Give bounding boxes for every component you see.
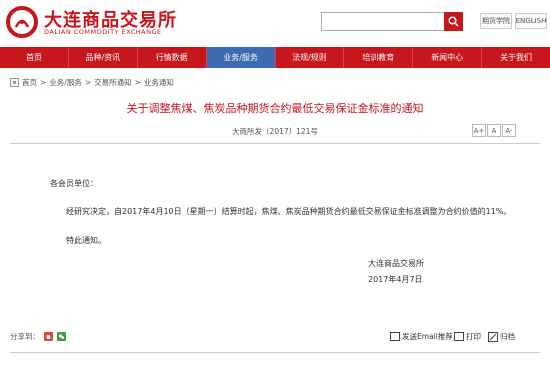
nav-training[interactable]: 培训教育 [344,47,414,68]
nav-services[interactable]: 业务/服务 [206,47,276,68]
header: 大连商品交易所 DALIAN COMMODITY EXCHANGE 期货学院 E… [0,0,550,45]
signature: 大连商品交易所 [368,259,424,268]
logo-icon [14,19,30,28]
email-label: 发送Email推荐 [402,332,453,341]
font-increase-button[interactable]: A+ [472,124,486,137]
breadcrumb-exchange-notices[interactable]: 交易所通知 [94,77,132,88]
breadcrumb-business-notices[interactable]: 业务通知 [144,77,174,88]
archive-icon [488,331,498,342]
nav-about[interactable]: 关于我们 [482,47,550,68]
nav-regulations[interactable]: 法规/规则 [276,47,345,68]
nav-products[interactable]: 品种/资讯 [69,47,138,68]
font-decrease-button[interactable]: A- [502,124,516,137]
futures-academy-link[interactable]: 期货学院 [480,13,512,29]
search-button[interactable] [444,12,463,31]
print-label: 打印 [466,332,481,341]
breadcrumb-services[interactable]: 业务/服务 [49,77,82,88]
archive-label: 归档 [500,332,515,341]
logo[interactable] [6,6,38,38]
footer-divider [10,352,540,353]
print-button[interactable]: 打印 [454,331,481,342]
breadcrumb: 首页 > 业务/服务 > 交易所通知 > 业务通知 [10,77,174,88]
breadcrumb-separator: > [134,78,141,87]
breadcrumb-separator: > [84,78,92,87]
nav-market-data[interactable]: 行情数据 [138,47,207,68]
publish-date: 2017年4月7日 [368,275,423,284]
nav-news[interactable]: 新闻中心 [413,47,483,68]
archive-button[interactable]: 归档 [488,331,515,342]
email-button[interactable]: 发送Email推荐 [390,331,453,342]
breadcrumb-separator: > [40,78,47,87]
wechat-icon[interactable] [57,332,66,341]
weibo-icon[interactable] [44,332,53,341]
breadcrumb-home[interactable]: 首页 [22,77,37,88]
email-icon [390,332,400,341]
home-icon [10,78,19,87]
brand-name-en: DALIAN COMMODITY EXCHANGE [44,28,162,36]
document-number: 大商所发〔2017〕121号 [232,127,318,136]
main-nav: 首页 品种/资讯 行情数据 业务/服务 法规/规则 培训教育 新闻中心 关于我们 [0,47,550,68]
search-icon [448,16,459,27]
salutation: 各会员单位： [50,179,98,188]
article-title: 关于调整焦煤、焦炭品种期货合约最低交易保证金标准的通知 [126,102,424,115]
font-reset-button[interactable]: A [487,124,501,137]
closing-text: 特此通知。 [66,236,106,245]
search-input[interactable] [321,12,445,31]
title-divider [10,143,540,144]
article-paragraph: 经研究决定，自2017年4月10日（星期一）结算时起，焦煤、焦炭品种期货合约最低… [66,207,512,216]
english-link[interactable]: ENGLISH [515,13,547,29]
share-bar: 分享到： [10,331,66,342]
share-label: 分享到： [10,332,40,341]
print-icon [454,332,464,341]
nav-home[interactable]: 首页 [0,47,69,68]
